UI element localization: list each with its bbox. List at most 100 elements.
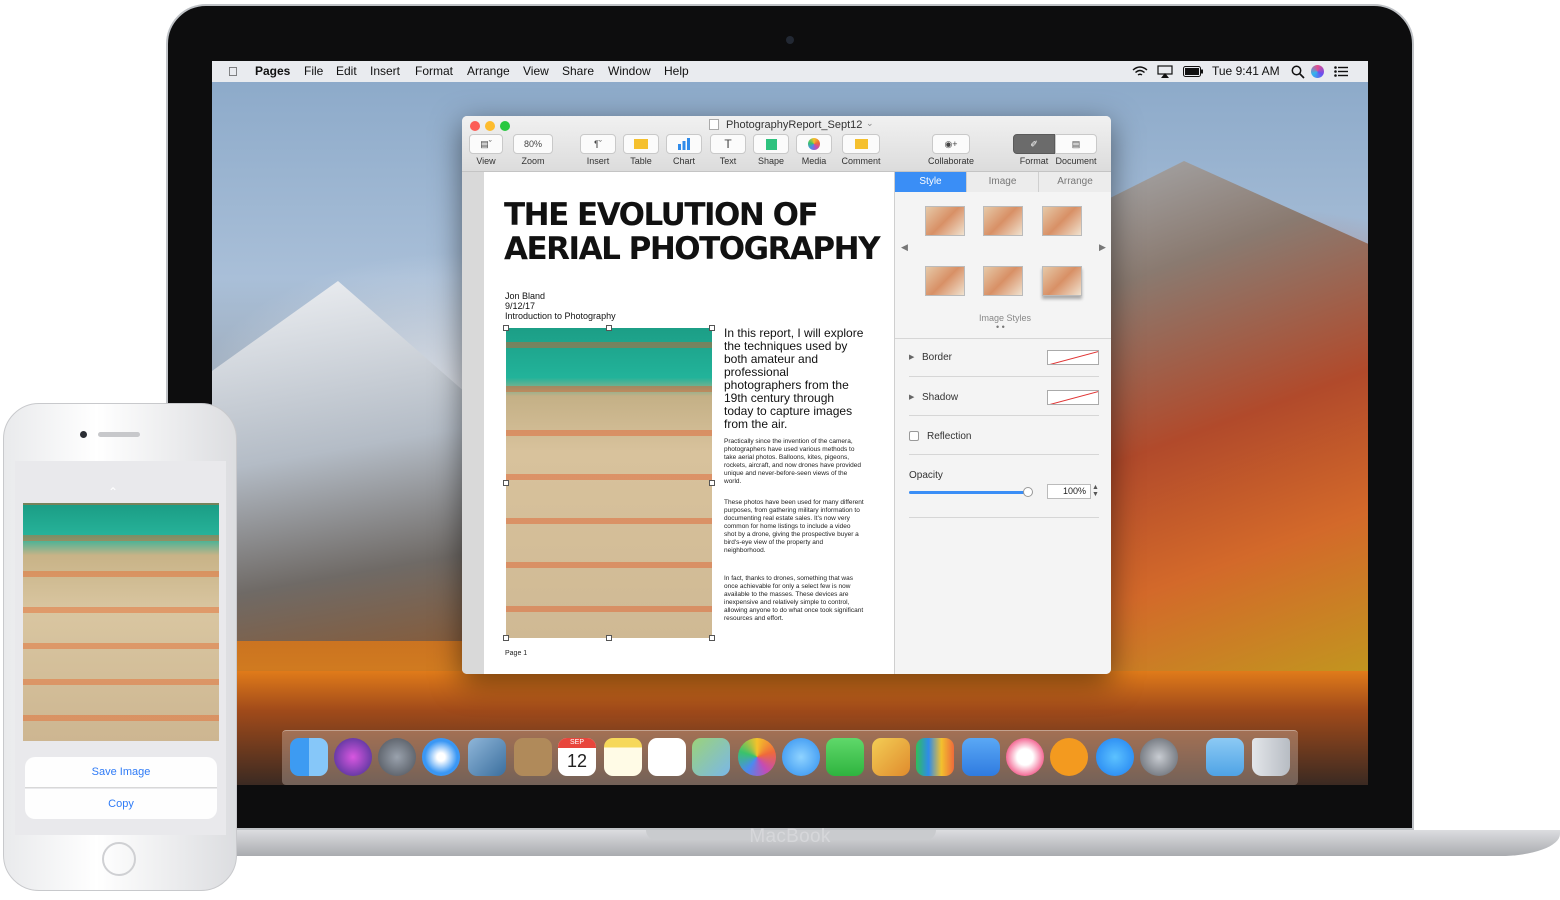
author-name[interactable]: Jon Bland [505,291,545,301]
resize-handle-bottom-right[interactable] [709,635,715,641]
siri-icon[interactable] [1311,65,1324,78]
body-paragraph-2[interactable]: These photos have been used for many dif… [724,499,864,555]
resize-handle-top[interactable] [606,325,612,331]
chevron-left-icon[interactable]: ◀ [901,242,908,253]
battery-icon[interactable] [1183,66,1203,77]
menu-arrange[interactable]: Arrange [467,64,510,78]
shadow-label[interactable]: Shadow [922,392,958,403]
disclosure-triangle-icon[interactable]: ▶ [909,353,914,361]
trash-icon[interactable] [1252,738,1290,776]
image-style-thumbnail[interactable] [925,266,965,296]
aerial-beach-photo[interactable] [506,328,712,638]
copy-button[interactable]: Copy [25,789,217,819]
opacity-slider-knob[interactable] [1023,487,1033,497]
tab-arrange[interactable]: Arrange [1039,172,1111,192]
resize-handle-top-right[interactable] [709,325,715,331]
menu-edit[interactable]: Edit [336,64,357,78]
menu-share[interactable]: Share [562,64,594,78]
minimize-window-button[interactable] [485,121,495,131]
zoom-window-button[interactable] [500,121,510,131]
apple-menu-icon[interactable]:  [228,64,238,79]
messages-icon[interactable] [782,738,820,776]
view-button[interactable]: ▤ˇ [469,134,503,154]
collaborate-button[interactable]: ◉+ [932,134,970,154]
media-button[interactable] [796,134,832,154]
article-headline[interactable]: THE EVOLUTION OF AERIAL PHOTOGRAPHY [504,198,884,266]
app-menu[interactable]: Pages [255,64,290,78]
pages-dock-icon[interactable] [872,738,910,776]
system-preferences-icon[interactable] [1140,738,1178,776]
spotlight-search-icon[interactable] [1291,65,1305,79]
siri-dock-icon[interactable] [334,738,372,776]
facetime-icon[interactable] [826,738,864,776]
calendar-icon[interactable]: SEP 12 [558,738,596,776]
format-button[interactable]: ✐ [1013,134,1055,154]
image-style-thumbnail[interactable] [1042,266,1082,296]
reflection-checkbox[interactable] [909,431,919,441]
chart-button[interactable] [666,134,702,154]
resize-handle-left[interactable] [503,480,509,486]
reminders-icon[interactable] [648,738,686,776]
menu-view[interactable]: View [523,64,549,78]
window-title[interactable]: PhotographyReport_Sept12 [726,119,862,131]
report-date[interactable]: 9/12/17 [505,301,535,311]
menu-clock[interactable]: Tue 9:41 AM [1212,64,1280,78]
chevron-up-icon[interactable]: ⌃ [108,485,118,499]
table-button[interactable] [623,134,659,154]
image-style-thumbnail[interactable] [983,266,1023,296]
border-color-well[interactable] [1047,350,1099,365]
text-button[interactable]: T [710,134,746,154]
menu-insert[interactable]: Insert [370,64,400,78]
title-chevron-icon[interactable]: ⌄ [866,118,874,129]
finder-icon[interactable] [290,738,328,776]
maps-icon[interactable] [692,738,730,776]
body-paragraph-1[interactable]: Practically since the invention of the c… [724,438,864,486]
close-window-button[interactable] [470,121,480,131]
launchpad-icon[interactable] [378,738,416,776]
notes-icon[interactable] [604,738,642,776]
lead-paragraph[interactable]: In this report, I will explore the techn… [724,327,864,431]
menu-format[interactable]: Format [415,64,453,78]
opacity-slider[interactable] [909,487,1033,497]
opacity-field[interactable]: 100% [1047,484,1091,499]
resize-handle-top-left[interactable] [503,325,509,331]
notification-center-icon[interactable] [1334,66,1348,77]
contacts-icon[interactable] [514,738,552,776]
resize-handle-bottom[interactable] [606,635,612,641]
resize-handle-bottom-left[interactable] [503,635,509,641]
document-page[interactable]: THE EVOLUTION OF AERIAL PHOTOGRAPHY Jon … [484,172,894,674]
keynote-icon[interactable] [962,738,1000,776]
document-button[interactable]: ▤ [1055,134,1097,154]
shadow-color-well[interactable] [1047,390,1099,405]
wifi-icon[interactable] [1132,65,1148,78]
aerial-beach-photo-preview[interactable] [23,503,219,741]
opacity-stepper[interactable]: ▲ ▼ [1092,484,1099,498]
body-paragraph-3[interactable]: In fact, thanks to drones, something tha… [724,575,864,623]
tab-image[interactable]: Image [967,172,1039,192]
itunes-icon[interactable] [1006,738,1044,776]
app-store-icon[interactable] [1096,738,1134,776]
comment-button[interactable] [842,134,880,154]
resize-handle-right[interactable] [709,480,715,486]
menu-window[interactable]: Window [608,64,651,78]
image-style-thumbnail[interactable] [983,206,1023,236]
save-image-button[interactable]: Save Image [25,757,217,788]
menu-help[interactable]: Help [664,64,689,78]
tab-style[interactable]: Style [895,172,967,192]
shape-button[interactable] [753,134,789,154]
home-button[interactable] [102,842,136,876]
image-style-thumbnail[interactable] [1042,206,1082,236]
menu-file[interactable]: File [304,64,323,78]
image-style-thumbnail[interactable] [925,206,965,236]
chevron-right-icon[interactable]: ▶ [1099,242,1106,253]
mail-icon[interactable] [468,738,506,776]
course-name[interactable]: Introduction to Photography [505,311,616,321]
safari-icon[interactable] [422,738,460,776]
airplay-icon[interactable] [1157,65,1173,78]
photos-icon[interactable] [738,738,776,776]
disclosure-triangle-icon[interactable]: ▶ [909,393,914,401]
downloads-folder-icon[interactable] [1206,738,1244,776]
ibooks-icon[interactable] [1050,738,1088,776]
numbers-icon[interactable] [916,738,954,776]
page-dots-icon[interactable]: • • [996,322,1005,332]
